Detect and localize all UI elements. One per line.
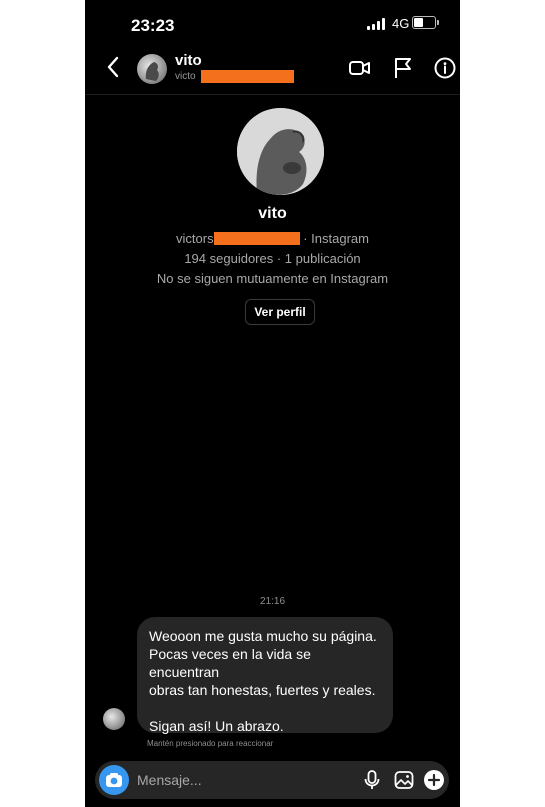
reaction-hint: Mantén presionado para reaccionar: [147, 739, 274, 748]
profile-stats: 194 seguidores · 1 publicación: [184, 251, 361, 266]
info-icon[interactable]: [432, 55, 458, 81]
profile-mutual-status: No se siguen mutuamente en Instagram: [156, 271, 389, 286]
battery-icon: [412, 16, 439, 29]
view-profile-button[interactable]: Ver perfil: [245, 299, 315, 325]
profile-platform: · Instagram: [303, 231, 369, 246]
sender-avatar[interactable]: [103, 708, 125, 730]
status-time: 23:23: [131, 16, 175, 35]
phone-screen: 23:23 4G vito victo vito victors · Insta…: [85, 0, 460, 807]
chat-header: vito victo: [85, 44, 460, 95]
message-input[interactable]: [137, 769, 317, 791]
message-line: Weooon me gusta mucho su página.: [149, 628, 377, 644]
profile-username: victors: [176, 231, 214, 246]
flag-icon[interactable]: [390, 55, 416, 81]
redaction-bar: [213, 232, 300, 245]
profile-username-line: victors · Instagram: [85, 231, 460, 246]
message-line: Sigan así! Un abrazo.: [149, 718, 284, 734]
profile-name: vito: [258, 205, 287, 222]
message-bubble[interactable]: Weooon me gusta mucho su página. Pocas v…: [137, 617, 393, 734]
status-bar: 23:23 4G: [85, 0, 460, 44]
header-avatar[interactable]: [137, 54, 167, 84]
camera-icon[interactable]: [99, 765, 129, 795]
back-arrow-icon[interactable]: [103, 54, 123, 80]
message-line: Pocas veces en la vida se encuentran: [149, 646, 311, 680]
header-name[interactable]: vito: [175, 52, 202, 69]
plus-icon[interactable]: [423, 769, 445, 791]
message-line: obras tan honestas, fuertes y reales.: [149, 682, 376, 698]
network-type: 4G: [392, 16, 410, 31]
redaction-bar: [201, 70, 294, 83]
signal-icon: [367, 18, 389, 30]
message-composer: [95, 761, 449, 799]
microphone-icon[interactable]: [361, 769, 383, 791]
message-timestamp: 21:16: [259, 596, 286, 607]
video-call-icon[interactable]: [347, 55, 373, 81]
header-username: victo: [175, 71, 196, 82]
profile-avatar[interactable]: [237, 108, 324, 195]
gallery-icon[interactable]: [393, 769, 415, 791]
